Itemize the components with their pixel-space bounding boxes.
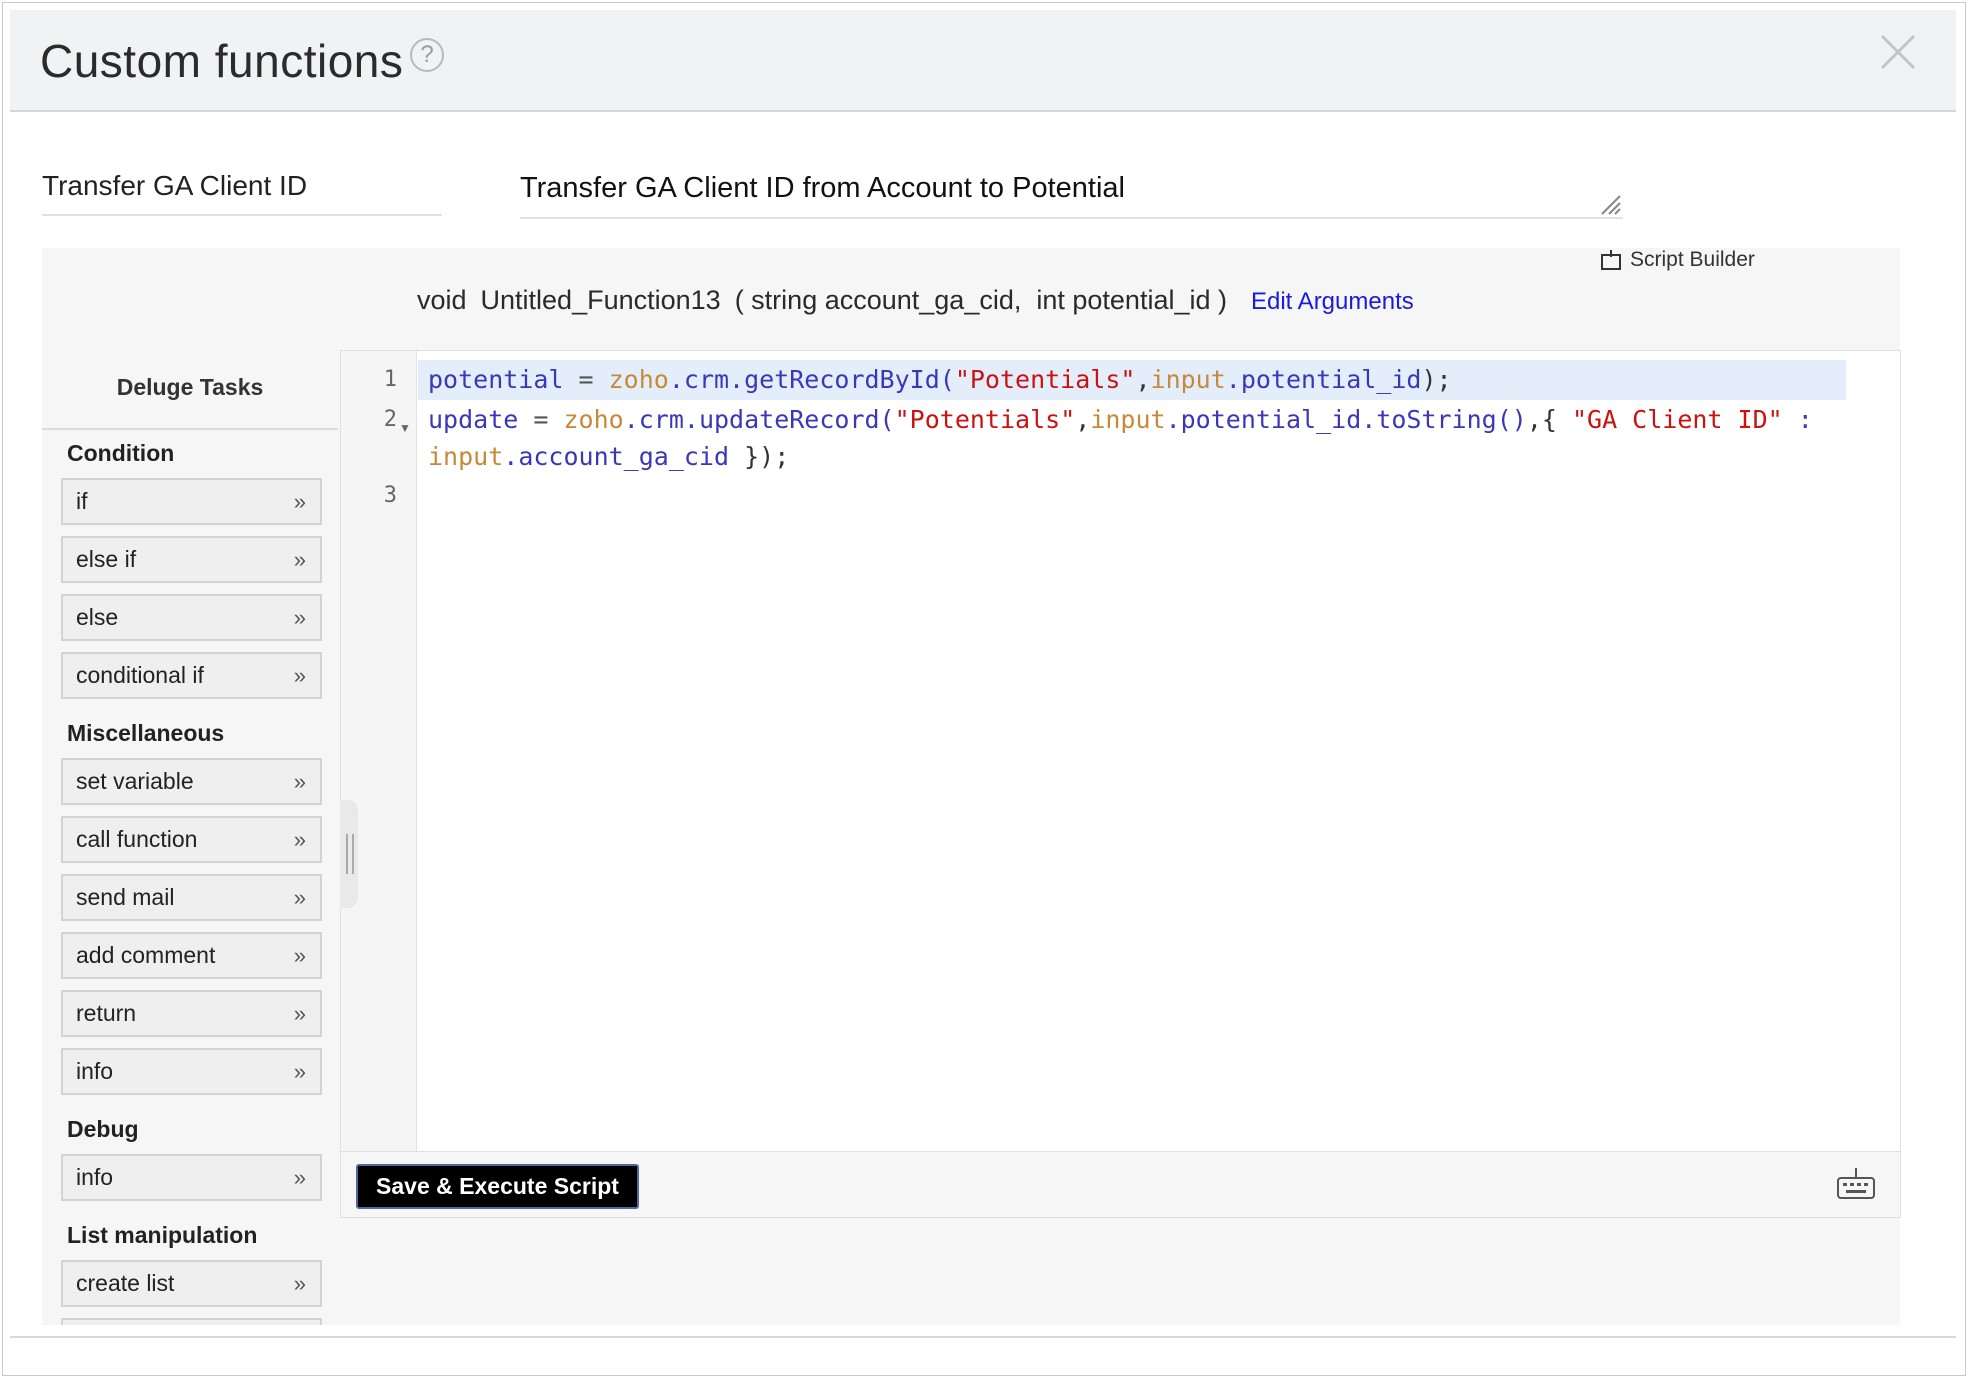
task-label: add comment xyxy=(76,942,216,968)
code-token: input xyxy=(428,442,504,471)
task-label: conditional if xyxy=(76,662,204,688)
sidebar-title: Deluge Tasks xyxy=(42,374,338,430)
function-name-field[interactable]: Transfer GA Client ID xyxy=(42,170,442,216)
code-token: zoho xyxy=(563,405,624,434)
code-line-1: potential = zoho.crm.getRecordById("Pote… xyxy=(428,365,1452,394)
task-info[interactable]: info » xyxy=(61,1048,322,1095)
task-else-if[interactable]: else if » xyxy=(61,536,322,583)
dialog-header: Custom functions ? xyxy=(10,10,1956,112)
task-label: call function xyxy=(76,826,198,852)
code-token: .crm.getRecordById( xyxy=(668,365,955,394)
line-number-gutter: 1 2 ▼ 3 xyxy=(341,351,417,1151)
code-token: "GA Client ID" xyxy=(1571,405,1783,434)
task-label: if xyxy=(76,488,88,514)
code-token: : xyxy=(1782,405,1813,434)
task-label: else xyxy=(76,604,119,630)
code-area[interactable]: potential = zoho.crm.getRecordById("Pote… xyxy=(418,351,1900,1151)
function-signature: void Untitled_Function13 ( string account_… xyxy=(417,285,1428,316)
task-return[interactable]: return » xyxy=(61,990,322,1037)
double-chevron-right-icon: » xyxy=(293,885,306,910)
code-token: .crm.updateRecord( xyxy=(623,405,895,434)
help-icon[interactable]: ? xyxy=(410,38,444,72)
page-title: Custom functions xyxy=(40,35,404,87)
code-token: ,{ xyxy=(1526,405,1572,434)
fold-arrow-icon[interactable]: ▼ xyxy=(399,421,411,435)
double-chevron-right-icon: » xyxy=(293,663,306,688)
task-add-comment[interactable]: add comment » xyxy=(61,932,322,979)
code-token: .account_ga_cid xyxy=(503,442,730,471)
code-token: = xyxy=(518,405,564,434)
double-chevron-right-icon: » xyxy=(293,1001,306,1026)
line-number: 3 xyxy=(383,483,397,508)
code-token: update xyxy=(428,405,519,434)
function-description-field[interactable]: Transfer GA Client ID from Account to Po… xyxy=(520,172,1623,219)
group-label-condition: Condition xyxy=(67,440,175,466)
task-label: send mail xyxy=(76,884,175,910)
sidebar-resize-handle[interactable] xyxy=(340,800,358,908)
task-label: create list xyxy=(76,1270,175,1296)
code-line-2-wrap: input.account_ga_cid }); xyxy=(428,442,789,471)
group-label-miscellaneous: Miscellaneous xyxy=(67,720,225,746)
double-chevron-right-icon: » xyxy=(293,1271,306,1296)
double-chevron-right-icon: » xyxy=(293,943,306,968)
double-chevron-right-icon: » xyxy=(293,489,306,514)
task-label: set variable xyxy=(76,768,194,794)
double-chevron-right-icon: » xyxy=(293,547,306,572)
double-chevron-right-icon: » xyxy=(293,605,306,630)
script-builder-label: Script Builder xyxy=(1630,248,1755,271)
signature-return-type: void xyxy=(417,285,467,315)
deluge-tasks-sidebar: Deluge Tasks Condition if » else if » else… xyxy=(42,350,338,1325)
code-token: }); xyxy=(729,442,790,471)
task-if[interactable]: if » xyxy=(61,478,322,525)
group-label-list-manipulation: List manipulation xyxy=(67,1222,258,1248)
script-builder-icon xyxy=(1601,250,1621,270)
code-token: .potential_id xyxy=(1225,365,1422,394)
editor-footer: Save & Execute Script xyxy=(340,1152,1901,1218)
code-line-2: update = zoho.crm.updateRecord("Potentia… xyxy=(428,405,1813,434)
code-token: "Potentials" xyxy=(954,365,1136,394)
code-token: zoho xyxy=(608,365,669,394)
group-label-debug: Debug xyxy=(67,1116,139,1142)
edit-arguments-link[interactable]: Edit Arguments xyxy=(1251,288,1414,315)
task-call-function[interactable]: call function » xyxy=(61,816,322,863)
signature-function-name: Untitled_Function13 xyxy=(480,285,721,315)
code-token: ); xyxy=(1421,365,1452,394)
double-chevron-right-icon: » xyxy=(293,769,306,794)
task-label: info xyxy=(76,1058,114,1084)
task-set-variable[interactable]: set variable » xyxy=(61,758,322,805)
line-number: 1 xyxy=(383,367,397,392)
code-token: , xyxy=(1135,365,1151,394)
keyboard-icon[interactable] xyxy=(1836,1166,1876,1202)
code-token: = xyxy=(563,365,609,394)
save-execute-button[interactable]: Save & Execute Script xyxy=(356,1164,639,1209)
task-label: return xyxy=(76,1000,137,1026)
code-token: "Potentials" xyxy=(894,405,1076,434)
task-label: info xyxy=(76,1164,114,1190)
line-number: 2 xyxy=(383,407,397,432)
script-builder-button[interactable]: Script Builder xyxy=(1600,248,1755,272)
resize-handle-icon[interactable] xyxy=(1600,194,1622,216)
code-token: , xyxy=(1075,405,1091,434)
double-chevron-right-icon: » xyxy=(293,1059,306,1084)
task-label: else if xyxy=(76,546,137,572)
task-debug-info[interactable]: info » xyxy=(61,1154,322,1201)
dialog-bottom-divider xyxy=(10,1336,1956,1338)
code-token: .potential_id.toString() xyxy=(1165,405,1527,434)
task-next-item[interactable] xyxy=(61,1318,322,1325)
double-chevron-right-icon: » xyxy=(293,827,306,852)
code-token: input xyxy=(1150,365,1226,394)
code-editor[interactable]: 1 2 ▼ 3 potential = zoho.crm.getRecordBy… xyxy=(340,350,1901,1152)
close-icon[interactable] xyxy=(1876,30,1920,74)
double-chevron-right-icon: » xyxy=(293,1165,306,1190)
task-else[interactable]: else » xyxy=(61,594,322,641)
task-conditional-if[interactable]: conditional if » xyxy=(61,652,322,699)
signature-args: ( string account_ga_cid, int potential_i… xyxy=(734,285,1227,315)
task-send-mail[interactable]: send mail » xyxy=(61,874,322,921)
code-token: input xyxy=(1090,405,1166,434)
code-token: potential xyxy=(428,365,564,394)
task-create-list[interactable]: create list » xyxy=(61,1260,322,1307)
